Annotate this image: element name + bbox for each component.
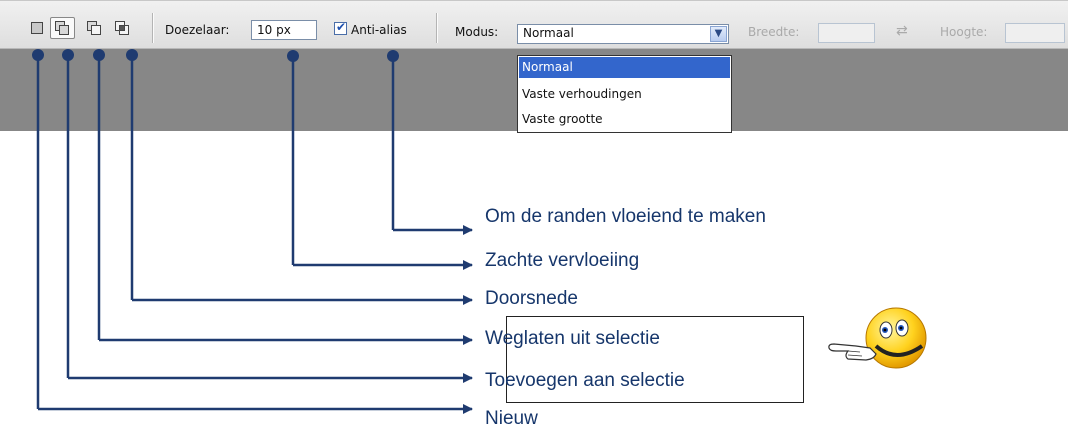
connector-intersect [130, 55, 473, 305]
connector-antialias [391, 57, 473, 235]
connector-new [36, 55, 473, 414]
caption-intersect: Doorsnede [485, 288, 578, 309]
caption-feather: Zachte vervloeiing [485, 250, 640, 271]
caption-new: Nieuw [485, 408, 538, 429]
connector-dot [287, 50, 299, 62]
connector-dot [62, 49, 74, 61]
caption-subtract: Weglaten uit selectie [485, 328, 660, 349]
connector-dot [126, 49, 138, 61]
connector-dot [387, 50, 399, 62]
connector-dot [93, 49, 105, 61]
caption-antialias: Om de randen vloeiend te maken [485, 206, 766, 227]
caption-add: Toevoegen aan selectie [485, 370, 685, 391]
connector-dot [32, 49, 44, 61]
connector-feather [291, 57, 473, 270]
connector-subtract [97, 55, 473, 345]
pointing-smiley-icon [828, 307, 927, 369]
connector-add [66, 55, 473, 383]
